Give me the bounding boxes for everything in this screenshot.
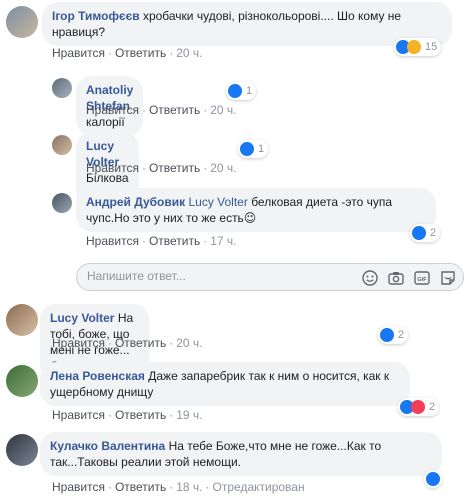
comment-actions: Нравится · Ответить · 20 ч. — [52, 336, 203, 350]
avatar[interactable] — [6, 365, 38, 397]
reply-link[interactable]: Ответить — [149, 103, 200, 117]
reply-link[interactable]: Ответить — [115, 480, 166, 494]
comment-author[interactable]: Ігор Тимофєєв — [52, 9, 140, 23]
reaction-summary[interactable]: 2 — [410, 224, 441, 242]
camera-icon[interactable] — [387, 269, 405, 287]
emoji-icon[interactable] — [361, 269, 379, 287]
reaction-summary[interactable]: 1 — [238, 140, 269, 158]
like-link[interactable]: Нравится — [86, 161, 139, 175]
comment-bubble: Ігор Тимофєєв хробачки чудові, різноколь… — [42, 2, 452, 46]
reply-link[interactable]: Ответить — [149, 234, 200, 248]
like-link[interactable]: Нравится — [52, 480, 105, 494]
reaction-count: 15 — [425, 41, 438, 53]
comment-author[interactable]: Кулачко Валентина — [50, 439, 165, 453]
timestamp[interactable]: 19 ч. — [176, 408, 202, 422]
avatar[interactable] — [6, 304, 38, 336]
reaction-summary[interactable] — [424, 470, 442, 488]
comment-actions: Нравится · Ответить · 20 ч. — [86, 161, 237, 175]
timestamp[interactable]: 20 ч. — [210, 161, 236, 175]
comment-actions: Нравится · Ответить · 18 ч. · Отредактирован — [52, 480, 305, 494]
reply-link[interactable]: Ответить — [115, 46, 166, 60]
reaction-count: 2 — [398, 329, 405, 341]
reaction-count: 2 — [429, 401, 436, 413]
reaction-count: 2 — [430, 227, 437, 239]
comment-bubble: Андрей Дубовик Lucy Volter белковая диет… — [76, 188, 436, 232]
avatar[interactable] — [52, 78, 72, 98]
comment-bubble: Лена Ровенская Даже запаребрик так к ним… — [40, 362, 410, 406]
mention-link[interactable]: Lucy Volter — [188, 195, 247, 209]
comment-bubble: Кулачко Валентина На тебе Боже,что мне н… — [40, 432, 442, 476]
like-link[interactable]: Нравится — [86, 234, 139, 248]
comment-author[interactable]: Андрей Дубовик — [86, 195, 185, 209]
love-icon — [411, 400, 425, 414]
timestamp[interactable]: 18 ч. — [176, 480, 202, 494]
reaction-count: 1 — [258, 143, 265, 155]
reaction-summary[interactable]: 1 — [226, 82, 257, 100]
comment-author[interactable]: Lucy Volter — [50, 311, 114, 325]
comment-text: калорії — [86, 115, 125, 129]
comment-actions: Нравится · Ответить · 17 ч. — [86, 234, 237, 248]
comment-actions: Нравится · Ответить · 20 ч. — [86, 103, 237, 117]
reply-link[interactable]: Ответить — [149, 161, 200, 175]
avatar[interactable] — [52, 135, 72, 155]
timestamp[interactable]: 17 ч. — [210, 234, 236, 248]
reaction-summary[interactable]: 2 — [398, 398, 440, 416]
reaction-count: 1 — [246, 85, 253, 97]
sticker-icon[interactable] — [439, 269, 457, 287]
svg-text:GIF: GIF — [417, 277, 427, 283]
like-icon — [240, 142, 254, 156]
timestamp[interactable]: 20 ч. — [176, 336, 202, 350]
comment-author[interactable]: Лена Ровенская — [50, 369, 145, 383]
like-icon — [228, 84, 242, 98]
like-link[interactable]: Нравится — [52, 46, 105, 60]
haha-icon — [407, 40, 421, 54]
timestamp[interactable]: 20 ч. — [210, 103, 236, 117]
gif-icon[interactable]: GIF — [413, 269, 431, 287]
reply-link[interactable]: Ответить — [115, 336, 166, 350]
reaction-summary[interactable]: 15 — [394, 38, 442, 56]
like-icon — [426, 472, 440, 486]
like-link[interactable]: Нравится — [52, 336, 105, 350]
reply-input[interactable] — [87, 269, 347, 283]
reply-composer: GIF — [76, 263, 464, 291]
reply-link[interactable]: Ответить — [115, 408, 166, 422]
edited-label[interactable]: Отредактирован — [213, 480, 305, 494]
avatar[interactable] — [6, 434, 38, 466]
comment-actions: Нравится · Ответить · 19 ч. — [52, 408, 203, 422]
comment-actions: Нравится · Ответить · 20 ч. — [52, 46, 203, 60]
avatar[interactable] — [6, 6, 38, 38]
reaction-summary[interactable]: 2 — [378, 326, 409, 344]
like-icon — [380, 328, 394, 342]
timestamp[interactable]: 20 ч. — [176, 46, 202, 60]
like-link[interactable]: Нравится — [86, 103, 139, 117]
avatar[interactable] — [52, 193, 72, 213]
like-icon — [412, 226, 426, 240]
like-link[interactable]: Нравится — [52, 408, 105, 422]
